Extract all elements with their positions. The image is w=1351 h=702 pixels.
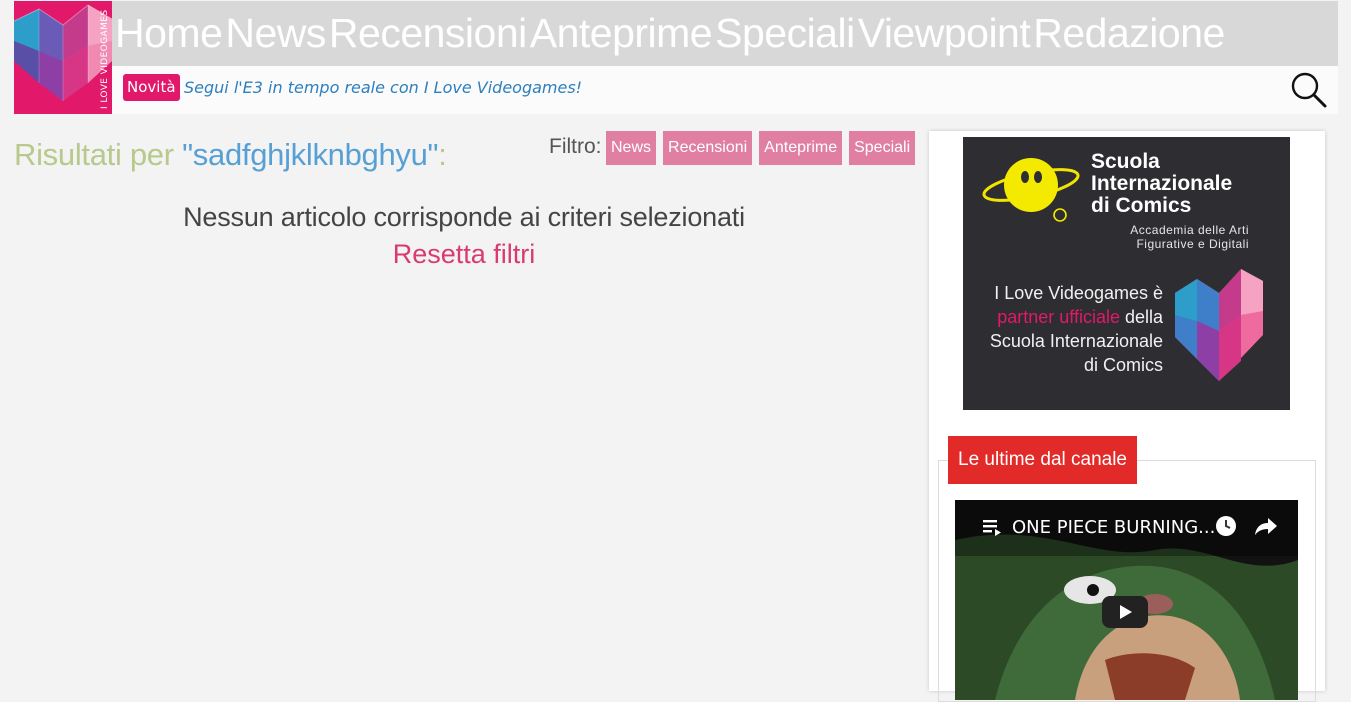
filter-news-button[interactable]: News xyxy=(606,131,657,165)
results-suffix: : xyxy=(438,137,447,172)
nav-speciali[interactable]: Speciali xyxy=(715,13,855,54)
nav-home[interactable]: Home xyxy=(115,13,223,54)
share-icon[interactable] xyxy=(1254,516,1278,536)
channel-box-title: Le ultime dal canale xyxy=(948,436,1137,484)
ad-tag-line-2: della xyxy=(1119,307,1163,327)
nav-news[interactable]: News xyxy=(225,13,326,54)
ad-school-line-2: Internazionale xyxy=(1091,172,1233,195)
search-query: "sadfghjklknbghyu" xyxy=(182,137,439,172)
heart-logo-icon xyxy=(14,4,112,101)
filter-label: Filtro: xyxy=(549,135,602,158)
empty-results-message: Nessun articolo corrisponde ai criteri s… xyxy=(183,202,745,232)
video-title[interactable]: ONE PIECE BURNING... xyxy=(1012,517,1215,538)
filter-speciali-button[interactable]: Speciali xyxy=(849,131,916,165)
ad-sub-line-2: Figurative e Digitali xyxy=(1136,237,1249,251)
nav-redazione[interactable]: Redazione xyxy=(1033,13,1225,54)
ad-school-name: Scuola Internazionale di Comics xyxy=(1091,151,1232,217)
ad-tag-line-1: I Love Videogames è xyxy=(994,283,1163,303)
filter-bar: News Recensioni Anteprime Speciali xyxy=(606,131,916,165)
ticker-link[interactable]: Segui l'E3 in tempo reale con I Love Vid… xyxy=(184,78,582,97)
scuola-comics-banner[interactable]: Scuola Internazionale di Comics Accademi… xyxy=(963,137,1290,410)
search-icon xyxy=(1291,72,1327,108)
sidebar: Scuola Internazionale di Comics Accademi… xyxy=(929,131,1325,702)
ad-sub-line-1: Accademia delle Arti xyxy=(1130,223,1249,237)
novita-badge: Novità xyxy=(123,74,180,101)
nav-recensioni[interactable]: Recensioni xyxy=(329,13,527,54)
ad-school-line-3: di Comics xyxy=(1091,194,1192,217)
heart-logo-icon xyxy=(1175,269,1263,381)
watch-later-icon[interactable] xyxy=(1215,515,1237,537)
ad-school-line-1: Scuola xyxy=(1091,150,1160,173)
site-logo[interactable]: I LOVE VIDEOGAMES xyxy=(14,1,112,114)
youtube-embed[interactable]: ONE PIECE BURNING... xyxy=(955,500,1298,700)
news-ticker: Novità Segui l'E3 in tempo reale con I L… xyxy=(112,66,1338,114)
results-heading: Risultati per "sadfghjklknbghyu": xyxy=(14,137,447,173)
ad-school-subtitle: Accademia delle Arti Figurative e Digita… xyxy=(1121,223,1249,251)
main-nav: Home News Recensioni Anteprime Speciali … xyxy=(112,1,1338,66)
ad-tag-line-3: Scuola Internazionale xyxy=(989,331,1163,351)
planet-logo-icon xyxy=(982,158,1080,222)
filter-anteprime-button[interactable]: Anteprime xyxy=(759,131,843,165)
ad-partner-text: I Love Videogames è partner ufficiale de… xyxy=(967,281,1163,377)
logo-wordmark: I LOVE VIDEOGAMES xyxy=(100,9,110,109)
results-prefix: Risultati per xyxy=(14,137,183,172)
ad-tag-highlight: partner ufficiale xyxy=(997,307,1120,327)
play-button[interactable] xyxy=(1102,596,1148,628)
nav-viewpoint[interactable]: Viewpoint xyxy=(858,13,1031,54)
nav-anteprime[interactable]: Anteprime xyxy=(530,13,713,54)
search-button[interactable] xyxy=(1290,71,1328,109)
filter-recensioni-button[interactable]: Recensioni xyxy=(663,131,753,165)
reset-filters-link[interactable]: Resetta filtri xyxy=(14,239,914,270)
ad-tag-line-4: di Comics xyxy=(1083,355,1163,375)
playlist-icon[interactable] xyxy=(983,518,1005,536)
